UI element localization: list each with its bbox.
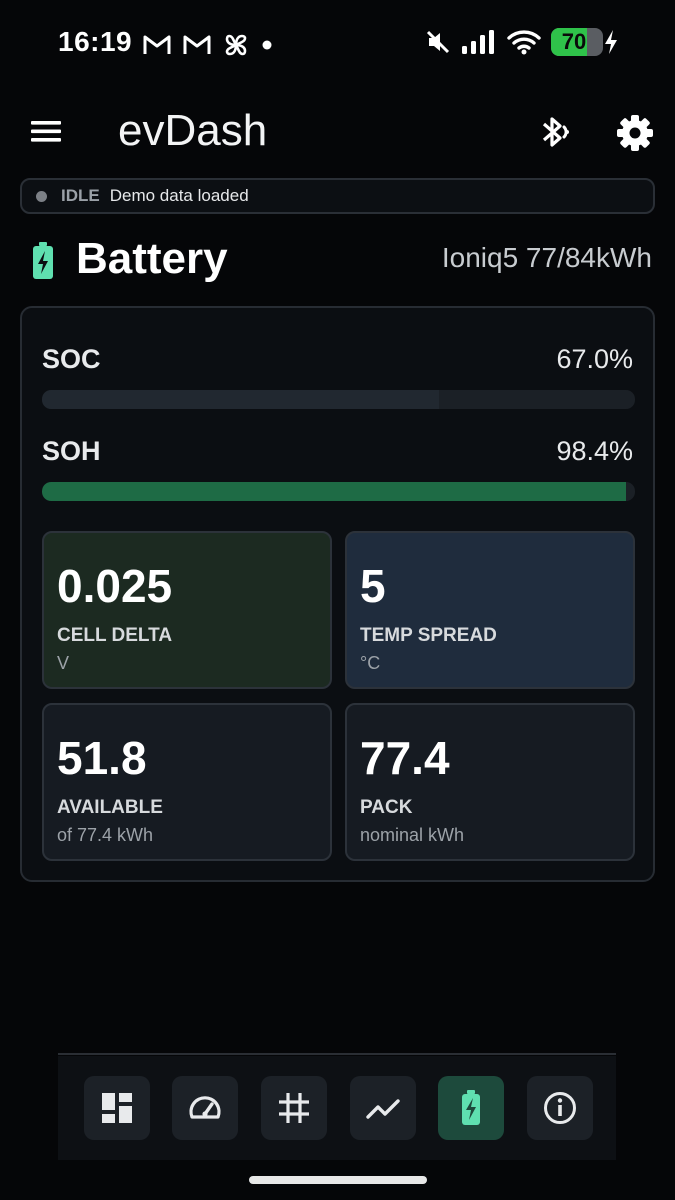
phone-battery-level: 70 [561, 29, 587, 54]
app-bar: evDash [0, 100, 675, 164]
nav-grid-button[interactable] [261, 1076, 327, 1140]
soc-progress-fill [42, 390, 440, 409]
soc-value: 67.0% [556, 344, 633, 374]
tile-label: AVAILABLE [57, 797, 163, 818]
gmail-icon [143, 35, 171, 54]
tile-unit: V [57, 653, 70, 673]
battery-charging-icon [462, 1090, 480, 1125]
tile-value: 51.8 [57, 732, 147, 784]
connection-status: IDLE Demo data loaded [20, 178, 655, 214]
tile-value: 77.4 [360, 732, 450, 784]
vehicle-model: Ioniq5 77/84kWh [441, 242, 652, 273]
soh-value: 98.4% [556, 436, 633, 466]
tile-label: CELL DELTA [57, 625, 173, 646]
available-energy-tile: 51.8 AVAILABLE of 77.4 kWh [42, 703, 332, 861]
phone-battery-indicator: 70 [551, 28, 603, 56]
section-header: Battery Ioniq5 77/84kWh [0, 232, 675, 292]
bluetooth-searching-icon [542, 117, 569, 147]
nav-charts-button[interactable] [350, 1076, 416, 1140]
soh-progress-bar [42, 482, 635, 501]
nav-dashboard-button[interactable] [84, 1076, 150, 1140]
soh-progress-fill [42, 482, 626, 501]
tile-unit: °C [360, 653, 381, 673]
bluetooth-button[interactable] [536, 112, 576, 152]
soc-label: SOC [42, 344, 101, 374]
temp-spread-tile: 5 TEMP SPREAD °C [345, 531, 635, 689]
tile-unit: of 77.4 kWh [57, 825, 154, 845]
gear-icon [617, 115, 653, 151]
gmail-icon [183, 35, 211, 54]
mute-icon [426, 30, 450, 54]
page-title: Battery [76, 234, 228, 283]
info-icon [544, 1092, 576, 1124]
nav-info-button[interactable] [527, 1076, 593, 1140]
tile-label: PACK [360, 797, 413, 818]
home-indicator[interactable] [249, 1176, 427, 1184]
tile-label: TEMP SPREAD [360, 625, 497, 646]
app-title: evDash [118, 106, 268, 155]
status-message: Demo data loaded [109, 186, 249, 205]
system-indicators: 70 [425, 28, 619, 56]
bottom-navigation [58, 1056, 616, 1160]
clock: 16:19 [58, 26, 133, 57]
speedometer-icon [189, 1096, 221, 1119]
settings-button[interactable] [614, 112, 656, 154]
notification-icons [143, 32, 273, 58]
menu-icon [31, 121, 61, 142]
soc-progress-bar [42, 390, 635, 409]
soh-label: SOH [42, 436, 101, 466]
nav-battery-button[interactable] [438, 1076, 504, 1140]
nav-divider [58, 1053, 616, 1055]
grid-icon [279, 1093, 309, 1123]
nav-gauges-button[interactable] [172, 1076, 238, 1140]
pinwheel-icon [225, 34, 247, 56]
system-status-bar: 16:19 70 [0, 22, 675, 66]
status-indicator-dot [36, 190, 47, 202]
tile-value: 0.025 [57, 560, 173, 612]
wifi-icon [507, 30, 541, 55]
menu-button[interactable] [28, 112, 66, 150]
pack-capacity-tile: 77.4 PACK nominal kWh [345, 703, 635, 861]
dashboard-icon [102, 1093, 132, 1123]
battery-card: SOC 67.0% SOH 98.4% 0.025 CELL DELTA V 5… [20, 306, 655, 882]
dot-icon [262, 40, 272, 50]
chart-line-icon [366, 1099, 400, 1119]
cell-delta-tile: 0.025 CELL DELTA V [42, 531, 332, 689]
battery-charging-icon [33, 242, 53, 279]
status-state: IDLE [61, 186, 100, 205]
charging-icon [605, 30, 617, 54]
tile-unit: nominal kWh [360, 825, 465, 845]
tile-value: 5 [360, 560, 386, 612]
signal-icon [462, 30, 494, 54]
